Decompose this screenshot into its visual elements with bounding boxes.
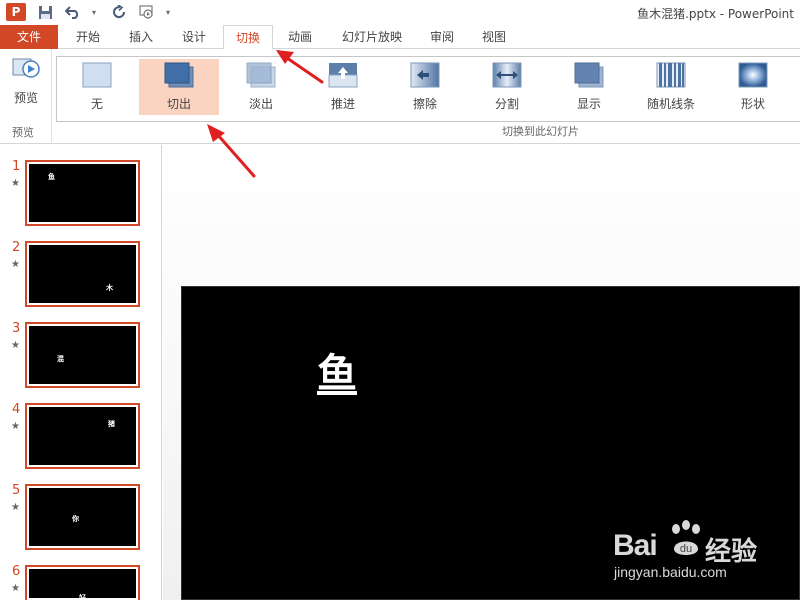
ribbon-tabs: 文件 开始 插入 设计 切换 动画 幻灯片放映 审阅 视图 xyxy=(0,25,800,50)
watermark-cn: 经验 xyxy=(705,537,758,567)
powerpoint-logo-icon: P xyxy=(6,3,26,21)
slide-number: 2 xyxy=(12,240,21,255)
undo-button[interactable] xyxy=(64,3,82,21)
slide-thumbnail[interactable]: 鱼 xyxy=(25,160,140,226)
transition-group-label: 切换到此幻灯片 xyxy=(502,125,579,138)
slide-thumbnail[interactable]: 猪 xyxy=(25,403,140,469)
transition-gallery: 无 切出 淡出 推进 擦除 分割 显示 随机线条 形状 xyxy=(56,56,800,122)
transition-cut[interactable]: 切出 xyxy=(139,59,219,115)
slide-thumbnail[interactable]: 木 xyxy=(25,241,140,307)
transition-split[interactable]: 分割 xyxy=(467,59,547,115)
undo-icon xyxy=(65,6,79,19)
tab-home[interactable]: 开始 xyxy=(64,25,112,49)
watermark-url: jingyan.baidu.com xyxy=(614,564,727,580)
transition-none-icon xyxy=(82,62,112,88)
preview-button[interactable]: 预览 xyxy=(6,55,46,107)
quick-access-toolbar: P ▾ ▾ xyxy=(6,3,174,21)
redo-button[interactable] xyxy=(110,3,128,21)
slide-title-text[interactable]: 鱼 xyxy=(317,341,357,399)
transition-wipe-icon xyxy=(410,62,440,88)
transition-cut-icon xyxy=(164,62,194,88)
tab-design[interactable]: 设计 xyxy=(170,25,218,49)
transition-random-bars[interactable]: 随机线条 xyxy=(631,59,711,115)
tab-file[interactable]: 文件 xyxy=(0,25,58,49)
animation-star-icon: ★ xyxy=(11,259,20,270)
animation-star-icon: ★ xyxy=(11,421,20,432)
save-button[interactable] xyxy=(36,3,54,21)
title-bar: P ▾ ▾ 鱼木混猪.pptx - PowerPoint xyxy=(0,0,800,25)
animation-star-icon: ★ xyxy=(11,340,20,351)
animation-star-icon: ★ xyxy=(11,502,20,513)
customize-qat-icon[interactable]: ▾ xyxy=(166,8,174,17)
transition-wipe[interactable]: 擦除 xyxy=(385,59,465,115)
transition-shape-icon xyxy=(738,62,768,88)
tab-animations[interactable]: 动画 xyxy=(278,25,322,49)
slide-thumbnails-pane: 1 ★ 鱼 2 ★ 木 3 ★ 混 4 ★ 猪 5 ★ 你 6 ★ 好 xyxy=(0,145,162,600)
tab-transitions[interactable]: 切换 xyxy=(223,25,273,50)
slide-thumbnail[interactable]: 混 xyxy=(25,322,140,388)
thumb-text: 鱼 xyxy=(48,173,55,181)
paw-icon: du xyxy=(672,520,700,555)
slide-number: 3 xyxy=(12,321,21,336)
thumb-text: 猪 xyxy=(108,420,115,428)
transition-fade-icon xyxy=(246,62,276,88)
preview-group-label: 预览 xyxy=(12,126,34,139)
transition-shape[interactable]: 形状 xyxy=(713,59,793,115)
transition-reveal-icon xyxy=(574,62,604,88)
slide-number: 4 xyxy=(12,402,21,417)
tab-review[interactable]: 审阅 xyxy=(420,25,464,49)
thumb-text: 你 xyxy=(72,515,79,523)
baidu-jingyan-watermark: Bai du 经验 jingyan.baidu.com xyxy=(613,519,800,581)
slide-number: 5 xyxy=(12,483,21,498)
slide-thumbnail[interactable]: 你 xyxy=(25,484,140,550)
thumb-text: 木 xyxy=(106,284,113,292)
transition-reveal[interactable]: 显示 xyxy=(549,59,629,115)
animation-star-icon: ★ xyxy=(11,583,20,594)
ribbon: 预览 预览 无 切出 淡出 推进 擦除 分割 显示 随机线条 形状 切换到此幻灯… xyxy=(0,49,800,144)
slide-number: 6 xyxy=(12,564,21,579)
watermark-brand: Bai xyxy=(613,529,658,562)
preview-icon xyxy=(11,55,41,83)
transition-push-icon xyxy=(328,62,358,88)
svg-text:du: du xyxy=(680,543,692,555)
transition-none[interactable]: 无 xyxy=(57,59,137,115)
repeat-icon xyxy=(112,4,125,18)
animation-star-icon: ★ xyxy=(11,178,20,189)
window-title: 鱼木混猪.pptx - PowerPoint xyxy=(637,7,794,21)
tab-insert[interactable]: 插入 xyxy=(118,25,164,49)
start-from-beginning-button[interactable] xyxy=(138,3,156,21)
slide-number: 1 xyxy=(12,159,21,174)
transition-fade[interactable]: 淡出 xyxy=(221,59,301,115)
tab-slideshow[interactable]: 幻灯片放映 xyxy=(334,25,410,49)
tab-view[interactable]: 视图 xyxy=(472,25,516,49)
save-icon xyxy=(38,5,52,19)
transition-random-bars-icon xyxy=(656,62,686,88)
undo-dropdown-icon[interactable]: ▾ xyxy=(92,8,100,17)
transition-push[interactable]: 推进 xyxy=(303,59,383,115)
thumb-text: 混 xyxy=(57,355,64,363)
thumb-text: 好 xyxy=(79,594,86,600)
slideshow-icon xyxy=(139,5,153,19)
preview-group: 预览 预览 xyxy=(0,49,52,144)
slide-thumbnail[interactable]: 好 xyxy=(25,565,140,600)
transition-split-icon xyxy=(492,62,522,88)
